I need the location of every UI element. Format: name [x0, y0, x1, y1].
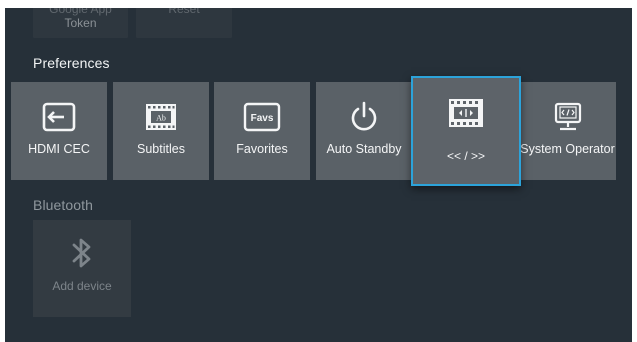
google-app-token-tile[interactable]: Google App Token [33, 8, 128, 38]
add-device-tile[interactable]: Add device [33, 220, 131, 317]
google-app-token-label-line1: Google App [49, 8, 112, 16]
favorites-tile[interactable]: Favs Favorites [214, 82, 310, 180]
subtitles-tile[interactable]: Ab Subtitles [113, 82, 209, 180]
add-device-label: Add device [52, 279, 112, 293]
system-operator-label: System Operator [520, 142, 615, 156]
auto-standby-tile[interactable]: Auto Standby [316, 82, 412, 180]
preferences-section-title: Preferences [33, 55, 110, 71]
google-app-token-label-line2: Token [64, 16, 97, 30]
bluetooth-icon [33, 236, 131, 270]
settings-screen: Google App Token Reset Preferences HDMI … [5, 8, 632, 342]
power-icon [316, 100, 412, 134]
subtitles-icon-text: Ab [156, 114, 166, 123]
system-operator-tile[interactable]: System Operator [519, 82, 616, 180]
monitor-code-icon [519, 100, 616, 134]
reset-label: Reset [168, 8, 200, 16]
skip-controls-label: << / >> [446, 149, 486, 163]
favorites-label: Favorites [236, 142, 288, 156]
hdmi-cec-label: HDMI CEC [28, 142, 90, 156]
hdmi-cec-tile[interactable]: HDMI CEC [11, 82, 107, 180]
subtitles-icon: Ab [113, 100, 209, 134]
favorites-icon: Favs [214, 100, 310, 134]
subtitles-label: Subtitles [137, 142, 185, 156]
reset-tile[interactable]: Reset [136, 8, 232, 38]
film-skip-icon [413, 96, 519, 130]
favorites-icon-text: Favs [251, 113, 274, 124]
bluetooth-section-title: Bluetooth [33, 197, 94, 213]
skip-controls-tile[interactable]: << / >> [411, 76, 521, 186]
auto-standby-label: Auto Standby [326, 142, 402, 156]
hdmi-input-icon [11, 100, 107, 134]
